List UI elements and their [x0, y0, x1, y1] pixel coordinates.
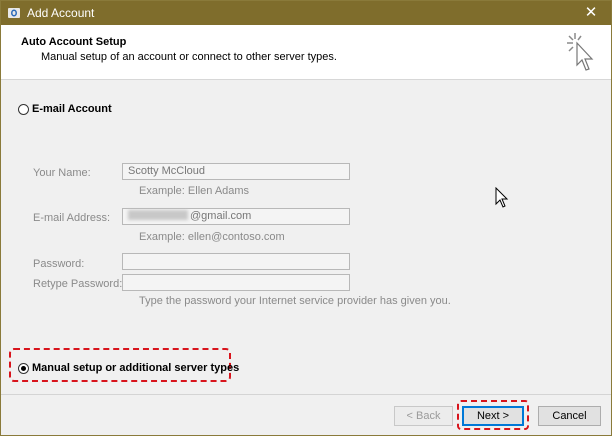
email-address-field[interactable]: @gmail.com: [122, 208, 350, 225]
your-name-field[interactable]: Scotty McCloud: [122, 163, 350, 180]
password-label: Password:: [33, 258, 85, 270]
email-address-example: Example: ellen@contoso.com: [139, 231, 285, 243]
header-subtitle: Manual setup of an account or connect to…: [41, 51, 337, 63]
your-name-value: Scotty McCloud: [128, 165, 206, 177]
email-address-label: E-mail Address:: [33, 212, 111, 224]
password-hint: Type the password your Internet service …: [139, 295, 451, 307]
wizard-cursor-icon: [567, 33, 594, 71]
retype-password-label: Retype Password:: [33, 278, 123, 290]
password-field[interactable]: [122, 253, 350, 270]
manual-setup-radio[interactable]: [18, 363, 29, 374]
add-account-dialog: Add Account ✕ Auto Account Setup Manual …: [0, 0, 612, 436]
your-name-label: Your Name:: [33, 167, 91, 179]
window-title: Add Account: [27, 6, 95, 20]
email-account-radio[interactable]: [18, 104, 29, 115]
outlook-app-icon: [8, 8, 20, 18]
mouse-pointer-icon: [495, 187, 509, 208]
footer-divider: [1, 394, 611, 395]
email-domain-value: @gmail.com: [190, 210, 252, 222]
cancel-button[interactable]: Cancel: [538, 406, 601, 426]
your-name-example: Example: Ellen Adams: [139, 185, 250, 197]
redacted-email-user: [128, 210, 188, 220]
back-button[interactable]: < Back: [394, 406, 453, 426]
retype-password-field[interactable]: [122, 274, 350, 291]
manual-setup-label[interactable]: Manual setup or additional server types: [32, 362, 239, 374]
title-bar: Add Account ✕: [1, 1, 611, 25]
close-icon: ✕: [584, 4, 598, 21]
close-button[interactable]: ✕: [571, 1, 611, 25]
wizard-header: Auto Account Setup Manual setup of an ac…: [1, 25, 611, 80]
header-title: Auto Account Setup: [21, 36, 127, 48]
next-button[interactable]: Next >: [462, 406, 524, 426]
email-account-label[interactable]: E-mail Account: [32, 103, 112, 115]
